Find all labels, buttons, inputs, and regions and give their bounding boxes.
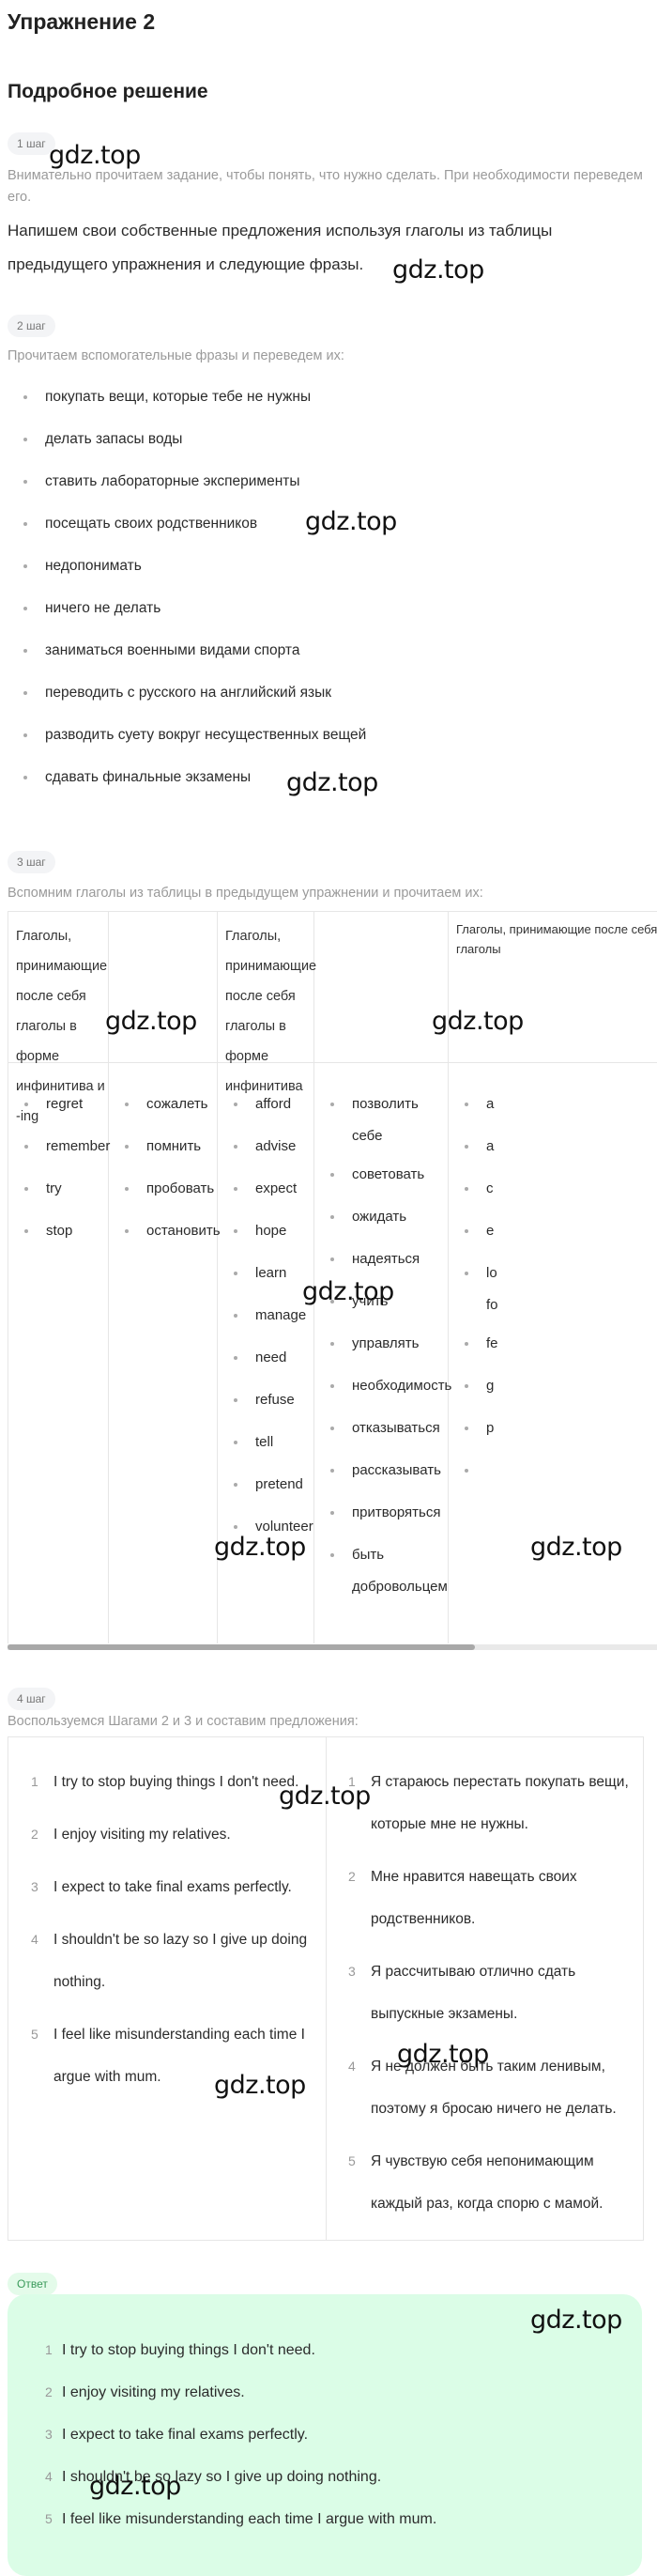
item-number: 2 bbox=[45, 2384, 53, 2399]
sentence-item: 4 Я не должен быть таким ленивым, поэтому… bbox=[326, 2045, 640, 2130]
russian-sentences: 1 Я стараюсь перестать покупать вещи, кот… bbox=[326, 1761, 640, 2235]
item-number: 3 bbox=[348, 1964, 356, 1979]
answer-text: I shouldn't be so lazy so I give up doin… bbox=[62, 2469, 382, 2485]
phrase-item: сдавать финальные экзамены bbox=[8, 756, 366, 798]
phrase-item: разводить суету вокруг несущественных ве… bbox=[8, 714, 366, 756]
sentence-text: Я не должен быть таким ленивым, поэтому … bbox=[371, 2059, 617, 2117]
phrase-item: переводить с русского на английский язык bbox=[8, 671, 366, 714]
step-1-description: Внимательно прочитаем задание, чтобы пон… bbox=[8, 168, 643, 205]
item-number: 3 bbox=[31, 1879, 38, 1894]
phrase-item: покупать вещи, которые тебе не нужны bbox=[8, 376, 366, 418]
table-header-cell bbox=[314, 911, 449, 1063]
table-cell-item: regret bbox=[8, 1083, 196, 1125]
sentence-text: Я стараюсь перестать покупать вещи, кото… bbox=[371, 1774, 629, 1832]
table-cell-list: regret remember try stop bbox=[8, 1083, 196, 1252]
phrase-item: посещать своих родственников bbox=[8, 502, 366, 545]
sentence-text: Я рассчитываю отлично сдать выпускные эк… bbox=[371, 1964, 576, 2022]
sentence-item: 3 I expect to take final exams perfectly. bbox=[8, 1866, 318, 1908]
sentence-text: I feel like misunderstanding each time I… bbox=[53, 2027, 305, 2085]
answer-text: I feel like misunderstanding each time I… bbox=[62, 2511, 437, 2527]
step-1-text: Напишем свои собственные предложения исп… bbox=[8, 222, 553, 273]
sentence-text: Мне нравится навещать своих родственнико… bbox=[371, 1869, 577, 1927]
table-header-cell: Глаголы, принимающие после себя глаголы bbox=[449, 911, 657, 1063]
table-cell-item: need bbox=[218, 1336, 405, 1379]
answer-item: 4 I shouldn't be so lazy so I give up doi… bbox=[8, 2456, 436, 2498]
item-number: 5 bbox=[45, 2511, 53, 2526]
answer-item: 1 I try to stop buying things I don't nee… bbox=[8, 2329, 436, 2371]
table-cell-item: learn bbox=[218, 1252, 405, 1294]
verb-table[interactable]: Глаголы, принимающие после себя глаголы a… bbox=[8, 911, 657, 1650]
header-text: Глаголы, принимающие после себя глаголы bbox=[456, 922, 657, 956]
item-number: 4 bbox=[348, 2059, 356, 2074]
item-number: 5 bbox=[31, 2027, 38, 2042]
answer-box: 1 I try to stop buying things I don't nee… bbox=[8, 2294, 642, 2576]
table-cell-item: tell bbox=[218, 1421, 405, 1463]
item-number: 2 bbox=[348, 1869, 356, 1884]
answer-item: 3 I expect to take final exams perfectly. bbox=[8, 2414, 436, 2456]
sentence-item: 2 Мне нравится навещать своих родственник… bbox=[326, 1856, 640, 1940]
table-cell-item: try bbox=[8, 1167, 196, 1210]
table-cell-item: volunteer bbox=[218, 1505, 405, 1548]
sentence-item: 5 I feel like misunderstanding each time … bbox=[8, 2013, 318, 2098]
table-header-cell: Глаголы, принимающие после себя глаголы … bbox=[8, 911, 109, 1124]
sentence-item: 1 I try to stop buying things I don't nee… bbox=[8, 1761, 318, 1803]
phrase-item: заниматься военными видами спорта bbox=[8, 629, 366, 671]
answer-item: 5 I feel like misunderstanding each time … bbox=[8, 2498, 436, 2540]
page-title: Упражнение 2 bbox=[8, 9, 156, 34]
table-header-cell: Глаголы, принимающие после себя глаголы … bbox=[218, 911, 316, 1094]
section-title: Подробное решение bbox=[8, 81, 208, 102]
table-cell-item: remember bbox=[8, 1125, 196, 1167]
item-number: 3 bbox=[45, 2427, 53, 2442]
item-number: 5 bbox=[348, 2153, 356, 2168]
step-4-description: Воспользуемся Шагами 2 и 3 и составим пр… bbox=[8, 1714, 359, 1729]
scrollbar-thumb[interactable] bbox=[8, 1644, 476, 1650]
answer-text: I expect to take final exams perfectly. bbox=[62, 2427, 309, 2443]
sentence-text: I enjoy visiting my relatives. bbox=[53, 1827, 231, 1843]
table-cell-item: pretend bbox=[218, 1463, 405, 1505]
table-column: сожалеть помнить пробовать остановить bbox=[108, 911, 221, 1643]
sentence-item: 2 I enjoy visiting my relatives. bbox=[8, 1813, 318, 1856]
step-3-badge: 3 шаг bbox=[8, 851, 55, 873]
item-number: 1 bbox=[31, 1774, 38, 1789]
table-cell-item: refuse bbox=[218, 1379, 405, 1421]
item-number: 1 bbox=[348, 1774, 356, 1789]
sentence-text: I expect to take final exams perfectly. bbox=[53, 1879, 292, 1895]
table-cell-item: manage bbox=[218, 1294, 405, 1336]
step-3-description: Вспомним глаголы из таблицы в предыдущем… bbox=[8, 886, 483, 901]
answer-text: I enjoy visiting my relatives. bbox=[62, 2384, 245, 2400]
step-4-badge: 4 шаг bbox=[8, 1688, 55, 1710]
step-2-badge: 2 шаг bbox=[8, 315, 55, 337]
item-number: 4 bbox=[45, 2469, 53, 2484]
sentences-table: 1 I try to stop buying things I don't nee… bbox=[8, 1736, 644, 2241]
table-cell-item: stop bbox=[8, 1210, 196, 1252]
item-number: 2 bbox=[31, 1827, 38, 1842]
sentence-text: I try to stop buying things I don't need… bbox=[53, 1774, 299, 1790]
sentence-text: I shouldn't be so lazy so I give up doin… bbox=[53, 1932, 308, 1990]
phrase-list: покупать вещи, которые тебе не нужны дела… bbox=[8, 376, 366, 798]
item-number: 1 bbox=[45, 2342, 53, 2357]
step-1-badge: 1 шаг bbox=[8, 132, 55, 155]
phrase-item: делать запасы воды bbox=[8, 418, 366, 460]
sentence-item: 3 Я рассчитываю отлично сдать выпускные э… bbox=[326, 1951, 640, 2035]
phrase-item: ничего не делать bbox=[8, 587, 366, 629]
phrase-item: недопонимать bbox=[8, 545, 366, 587]
english-sentences: 1 I try to stop buying things I don't nee… bbox=[8, 1761, 318, 2108]
sentence-item: 5 Я чувствую себя непонимающим каждый раз… bbox=[326, 2140, 640, 2225]
sentence-item: 4 I shouldn't be so lazy so I give up doi… bbox=[8, 1919, 318, 2003]
answer-badge: Ответ bbox=[8, 2273, 57, 2295]
item-number: 4 bbox=[31, 1932, 38, 1947]
answer-item: 2 I enjoy visiting my relatives. bbox=[8, 2371, 436, 2414]
answer-text: I try to stop buying things I don't need… bbox=[62, 2342, 315, 2358]
sentence-text: Я чувствую себя непонимающим каждый раз,… bbox=[371, 2153, 604, 2212]
table-column: Глаголы, принимающие после себя глаголы … bbox=[217, 911, 316, 1643]
step-2-description: Прочитаем вспомогательные фразы и переве… bbox=[8, 348, 344, 363]
answer-list: 1 I try to stop buying things I don't nee… bbox=[8, 2329, 436, 2540]
header-text: Глаголы, принимающие после себя глаголы … bbox=[225, 929, 317, 1094]
phrase-item: ставить лабораторные эксперименты bbox=[8, 460, 366, 502]
table-scrollbar[interactable] bbox=[8, 1644, 657, 1650]
sentence-item: 1 Я стараюсь перестать покупать вещи, кот… bbox=[326, 1761, 640, 1845]
table-header-cell bbox=[109, 911, 218, 1063]
table-column: Глаголы, принимающие после себя глаголы … bbox=[8, 911, 110, 1643]
